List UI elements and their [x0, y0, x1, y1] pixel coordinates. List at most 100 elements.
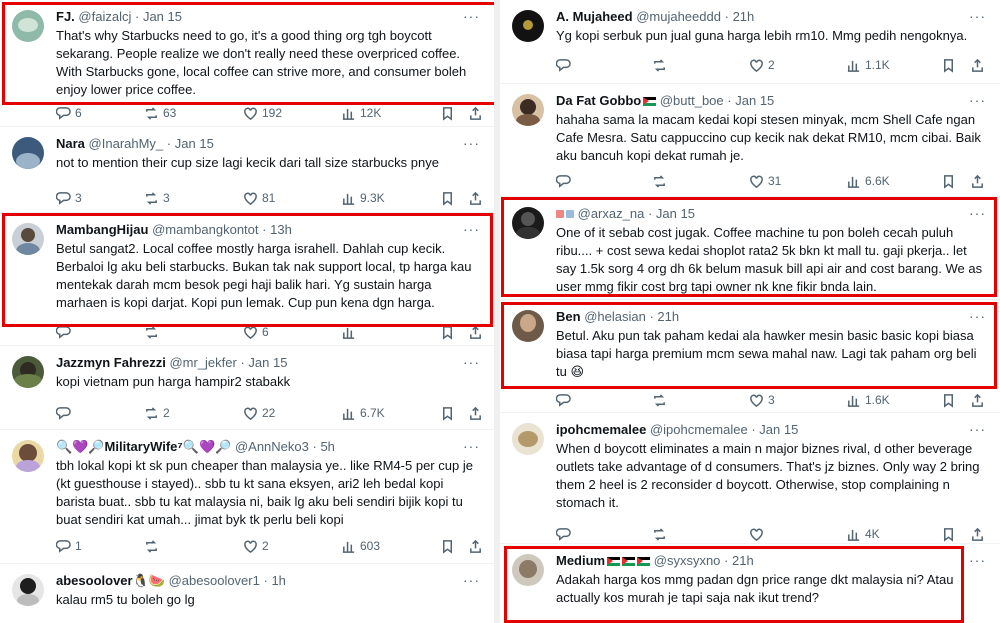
author-name[interactable]: abesoolover🐧🍉: [56, 573, 165, 588]
timestamp[interactable]: Jan 15: [248, 355, 287, 370]
tweet-arxaz-na[interactable]: @arxaz_na · Jan 15 ··· One of it sebab c…: [500, 197, 1000, 300]
views-button[interactable]: 12K: [341, 104, 381, 122]
tweet-helasian[interactable]: Ben @helasian · 21h ··· Betul. Aku pun t…: [500, 300, 1000, 413]
author-name[interactable]: Medium: [556, 553, 605, 568]
share-button[interactable]: [468, 104, 483, 122]
views-button[interactable]: 6.6K: [846, 172, 890, 190]
views-button[interactable]: [341, 323, 360, 341]
like-button[interactable]: 22: [243, 404, 275, 422]
like-button[interactable]: 31: [749, 172, 781, 190]
repost-button[interactable]: [652, 172, 671, 190]
author-handle[interactable]: @ipohcmemalee: [650, 422, 748, 437]
timestamp[interactable]: Jan 15: [759, 422, 798, 437]
avatar[interactable]: [12, 440, 44, 472]
author-handle[interactable]: @faizalcj: [78, 9, 131, 24]
avatar[interactable]: [512, 207, 544, 239]
bookmark-button[interactable]: [440, 323, 455, 341]
author-handle[interactable]: @mambangkontot: [152, 222, 258, 237]
repost-button[interactable]: 3: [144, 189, 170, 207]
share-button[interactable]: [970, 56, 985, 74]
repost-button[interactable]: [652, 525, 671, 543]
bookmark-button[interactable]: [941, 525, 956, 543]
more-icon[interactable]: ···: [463, 438, 480, 454]
author-name[interactable]: MambangHijau: [56, 222, 148, 237]
author-name[interactable]: 🔍💜🔎MilitaryWife⁷🔍💜🔎: [56, 439, 231, 454]
avatar[interactable]: [512, 310, 544, 342]
author-handle[interactable]: @mujaheeddd: [636, 9, 721, 24]
timestamp[interactable]: 5h: [320, 439, 334, 454]
views-button[interactable]: 603: [341, 537, 380, 555]
author-handle[interactable]: @mr_jekfer: [169, 355, 236, 370]
timestamp[interactable]: 21h: [732, 553, 754, 568]
reply-button[interactable]: [556, 56, 575, 74]
bookmark-button[interactable]: [440, 537, 455, 555]
author-name[interactable]: Jazzmyn Fahrezzi: [56, 355, 166, 370]
share-button[interactable]: [970, 391, 985, 409]
like-button[interactable]: 81: [243, 189, 275, 207]
more-icon[interactable]: ···: [463, 572, 480, 588]
like-button[interactable]: 3: [749, 391, 775, 409]
share-button[interactable]: [468, 537, 483, 555]
like-button[interactable]: 2: [749, 56, 775, 74]
avatar[interactable]: [512, 94, 544, 126]
author-name[interactable]: A. Mujaheed: [556, 9, 633, 24]
bookmark-button[interactable]: [941, 391, 956, 409]
avatar[interactable]: [512, 423, 544, 455]
author-name[interactable]: Nara: [56, 136, 85, 151]
repost-button[interactable]: 2: [144, 404, 170, 422]
bookmark-button[interactable]: [440, 104, 455, 122]
tweet-annneko3[interactable]: 🔍💜🔎MilitaryWife⁷🔍💜🔎 @AnnNeko3 · 5h ··· t…: [0, 430, 494, 564]
more-icon[interactable]: ···: [463, 221, 480, 237]
more-icon[interactable]: ···: [969, 308, 986, 324]
author-name[interactable]: ipohcmemalee: [556, 422, 646, 437]
author-handle[interactable]: @butt_boe: [660, 93, 724, 108]
reply-button[interactable]: [556, 172, 575, 190]
reply-button[interactable]: [56, 404, 75, 422]
more-icon[interactable]: ···: [463, 8, 480, 24]
author-handle[interactable]: @abesoolover1: [169, 573, 260, 588]
avatar[interactable]: [12, 574, 44, 606]
like-button[interactable]: 192: [243, 104, 282, 122]
views-button[interactable]: 9.3K: [341, 189, 385, 207]
tweet-mambangkontot[interactable]: MambangHijau @mambangkontot · 13h ··· Be…: [0, 213, 494, 346]
bookmark-button[interactable]: [941, 56, 956, 74]
repost-button[interactable]: [652, 56, 671, 74]
repost-button[interactable]: 63: [144, 104, 176, 122]
views-button[interactable]: 6.7K: [341, 404, 385, 422]
avatar[interactable]: [12, 10, 44, 42]
tweet-mr-jekfer[interactable]: Jazzmyn Fahrezzi @mr_jekfer · Jan 15 ···…: [0, 346, 494, 430]
timestamp[interactable]: 1h: [271, 573, 285, 588]
reply-button[interactable]: [556, 525, 575, 543]
reply-button[interactable]: [56, 323, 75, 341]
bookmark-button[interactable]: [941, 172, 956, 190]
author-handle[interactable]: @AnnNeko3: [235, 439, 309, 454]
author-handle[interactable]: @syxsyxno: [654, 553, 721, 568]
more-icon[interactable]: ···: [969, 421, 986, 437]
share-button[interactable]: [970, 525, 985, 543]
like-button[interactable]: [749, 525, 768, 543]
share-button[interactable]: [970, 172, 985, 190]
reply-button[interactable]: [556, 391, 575, 409]
reply-button[interactable]: 6: [56, 104, 82, 122]
more-icon[interactable]: ···: [969, 552, 986, 568]
timestamp[interactable]: 13h: [270, 222, 292, 237]
timestamp[interactable]: 21h: [733, 9, 755, 24]
tweet-faizalcj[interactable]: FJ. @faizalcj ···· Jan 15 ··· That's why…: [0, 0, 494, 127]
reply-button[interactable]: 1: [56, 537, 82, 555]
reply-button[interactable]: 3: [56, 189, 82, 207]
timestamp[interactable]: Jan 15: [175, 136, 214, 151]
author-name[interactable]: Ben: [556, 309, 581, 324]
author-handle[interactable]: @helasian: [584, 309, 646, 324]
share-button[interactable]: [468, 404, 483, 422]
more-icon[interactable]: ···: [969, 205, 986, 221]
tweet-mujaheeddd[interactable]: A. Mujaheed @mujaheeddd · 21h ··· Yg kop…: [500, 0, 1000, 84]
author-name[interactable]: FJ.: [56, 9, 75, 24]
views-button[interactable]: 1.6K: [846, 391, 890, 409]
more-icon[interactable]: ···: [463, 135, 480, 151]
bookmark-button[interactable]: [440, 404, 455, 422]
tweet-abesoolover1[interactable]: abesoolover🐧🍉 @abesoolover1 · 1h ··· kal…: [0, 564, 494, 623]
avatar[interactable]: [12, 356, 44, 388]
timestamp[interactable]: Jan 15: [143, 9, 182, 24]
avatar[interactable]: [12, 223, 44, 255]
views-button[interactable]: 4K: [846, 525, 880, 543]
